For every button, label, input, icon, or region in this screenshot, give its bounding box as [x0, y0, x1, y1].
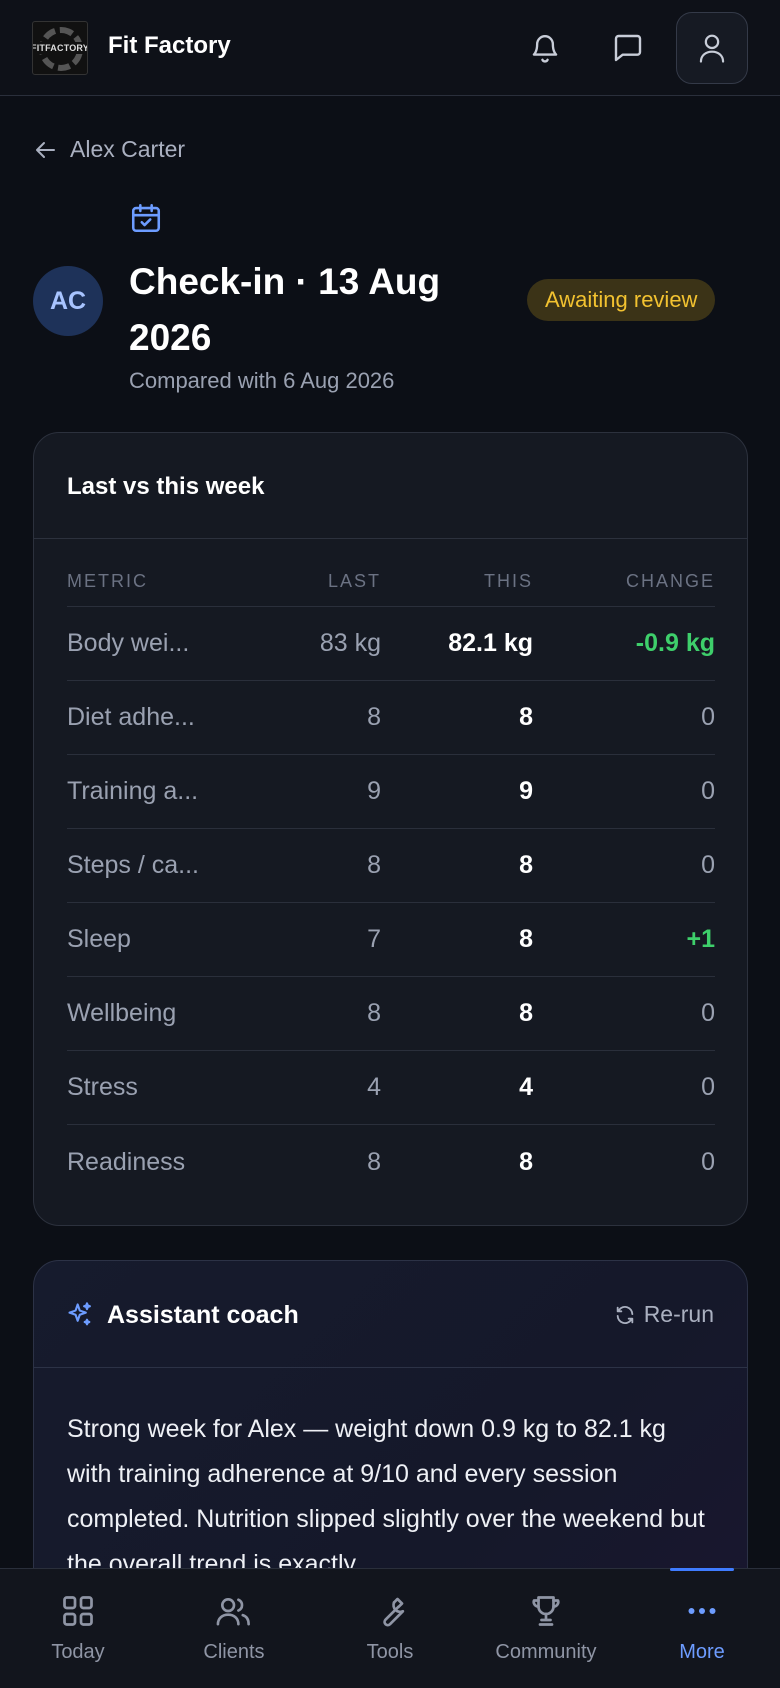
table-row: Wellbeing 8 8 0: [67, 977, 715, 1051]
chat-icon: [614, 34, 642, 62]
comparison-table: METRIC LAST THIS CHANGE Body wei... 83 k…: [67, 571, 715, 1199]
metric-this: 8: [519, 999, 533, 1027]
refresh-icon: [616, 1305, 633, 1324]
metric-name: Training a...: [67, 777, 199, 805]
metric-this: 8: [519, 851, 533, 879]
column-header-this: THIS: [483, 571, 533, 591]
nav-item-community[interactable]: Community: [468, 1569, 624, 1688]
comparison-card: Last vs this week METRIC LAST THIS CHANG…: [33, 432, 748, 1226]
comparison-heading: Last vs this week: [34, 433, 747, 539]
nav-label: Community: [495, 1641, 597, 1663]
metric-last: 9: [367, 777, 381, 805]
metric-name: Steps / ca...: [67, 851, 200, 879]
table-row: Steps / ca... 8 8 0: [67, 829, 715, 903]
metric-change: 0: [701, 703, 715, 731]
metric-last: 8: [367, 703, 381, 731]
metric-change: 0: [701, 999, 715, 1027]
nav-label: Today: [51, 1641, 105, 1663]
metric-name: Sleep: [67, 925, 131, 953]
users-icon: [216, 1597, 250, 1626]
metric-last: 4: [367, 1073, 381, 1101]
arrow-left-icon: [36, 141, 55, 158]
metric-last: 7: [367, 925, 381, 953]
nav-item-more[interactable]: More: [624, 1568, 780, 1688]
metric-change: 0: [701, 851, 715, 879]
metric-change: 0: [701, 777, 715, 805]
bottom-nav: Today Clients Tools Community More: [0, 1568, 780, 1688]
metric-this: 8: [519, 1147, 533, 1176]
column-header-change: CHANGE: [625, 571, 715, 591]
table-row: Sleep 7 8 +1: [67, 903, 715, 977]
more-icon: [688, 1608, 716, 1614]
metric-last: 83 kg: [319, 629, 381, 657]
trophy-icon: [532, 1596, 560, 1626]
rerun-button[interactable]: Re-run: [614, 1301, 714, 1328]
metric-change: 0: [701, 1073, 715, 1101]
nav-item-clients[interactable]: Clients: [156, 1569, 312, 1688]
table-row: Stress 4 4 0: [67, 1051, 715, 1125]
table-header: METRIC LAST THIS CHANGE: [67, 571, 715, 607]
profile-button[interactable]: [676, 12, 748, 84]
table-row: Training a... 9 9 0: [67, 755, 715, 829]
status-badge: Awaiting review: [527, 279, 716, 321]
table-row: Diet adhe... 8 8 0: [67, 681, 715, 755]
metric-change: 0: [701, 1147, 715, 1176]
metric-name: Stress: [67, 1073, 138, 1101]
client-avatar: AC: [33, 266, 103, 336]
nav-item-tools[interactable]: Tools: [312, 1569, 468, 1688]
notifications-button[interactable]: [517, 20, 573, 76]
metric-this: 8: [519, 925, 533, 953]
nav-label: More: [679, 1641, 725, 1663]
back-link-label: Alex Carter: [70, 136, 186, 162]
wrench-icon: [383, 1597, 405, 1627]
nav-label: Tools: [366, 1641, 414, 1663]
metric-name: Readiness: [67, 1147, 186, 1176]
assistant-summary: Strong week for Alex — weight down 0.9 k…: [67, 1415, 705, 1578]
user-icon: [699, 34, 725, 63]
page-title: Check-in · 13 Aug 2026: [129, 261, 441, 358]
column-header-last: LAST: [327, 571, 381, 591]
page-subtitle: Compared with 6 Aug 2026: [129, 368, 395, 393]
metric-last: 8: [367, 851, 381, 879]
assistant-header: Assistant coach Re-run: [34, 1261, 747, 1368]
metric-last: 8: [367, 1147, 381, 1176]
metric-this: 4: [519, 1073, 533, 1101]
column-header-metric: METRIC: [67, 571, 148, 591]
metric-name: Diet adhe...: [67, 703, 195, 731]
brand-name: Fit Factory: [108, 32, 231, 59]
table-row: Body wei... 83 kg 82.1 kg -0.9 kg: [67, 607, 715, 681]
metric-last: 8: [367, 999, 381, 1027]
metric-name: Wellbeing: [67, 999, 177, 1027]
grid-icon: [63, 1596, 93, 1626]
logo-text: FITFACTORY: [32, 42, 88, 54]
back-link[interactable]: Alex Carter: [34, 136, 185, 163]
metric-this: 9: [519, 777, 533, 805]
bell-icon: [532, 35, 558, 63]
metric-this: 8: [519, 703, 533, 731]
metric-name: Body wei...: [67, 629, 190, 657]
assistant-title: Assistant coach: [107, 1301, 299, 1329]
top-bar: FITFACTORY Fit Factory: [0, 0, 780, 96]
metric-change: +1: [686, 925, 715, 953]
rerun-label: Re-run: [643, 1301, 714, 1327]
table-row: Readiness 8 8 0: [67, 1125, 715, 1199]
brand-logo[interactable]: FITFACTORY: [32, 21, 88, 75]
calendar-check-icon: [131, 203, 161, 233]
sparkles-icon: [68, 1302, 91, 1326]
metric-change: -0.9 kg: [635, 629, 715, 657]
metric-this: 82.1 kg: [448, 629, 533, 657]
messages-button[interactable]: [600, 20, 656, 76]
nav-label: Clients: [203, 1641, 265, 1663]
nav-item-today[interactable]: Today: [0, 1569, 156, 1688]
